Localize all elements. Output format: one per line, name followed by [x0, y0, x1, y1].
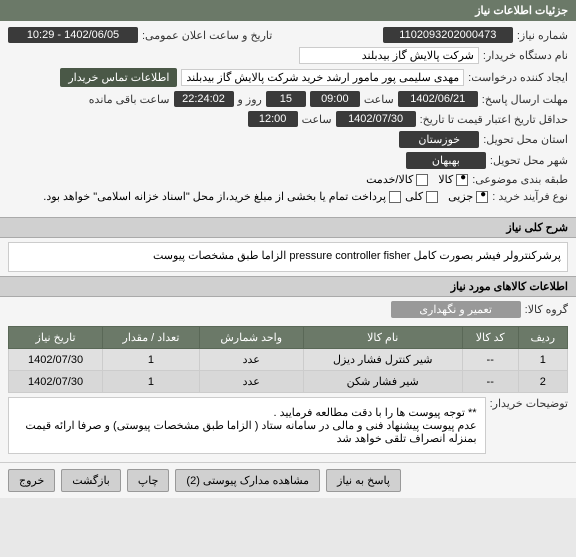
city-value: بهبهان [406, 152, 486, 169]
cell-qty: 1 [103, 349, 200, 371]
buyer-org-value: شرکت پالایش گاز بیدبلند [299, 47, 479, 64]
public-date-label: تاریخ و ساعت اعلان عمومی: [142, 29, 272, 42]
countdown: 22:24:02 [174, 91, 234, 107]
deadline-date: 1402/06/21 [398, 91, 478, 107]
checkbox-icon [456, 174, 468, 186]
class-kala-label: کالا [438, 173, 453, 186]
panel-title: جزئیات اطلاعات نیاز [475, 5, 568, 17]
th-qty: تعداد / مقدار [103, 327, 200, 349]
public-date-value: 1402/06/05 - 10:29 [8, 27, 138, 43]
class-khadamat-checkbox[interactable]: کالا/خدمت [366, 173, 428, 186]
validity-date: 1402/07/30 [336, 111, 416, 127]
city-label: شهر محل تحویل: [490, 154, 568, 167]
remaining-label: ساعت باقی مانده [89, 93, 170, 106]
province-label: استان محل تحویل: [483, 133, 568, 146]
cell-date: 1402/07/30 [9, 349, 103, 371]
panel-header: جزئیات اطلاعات نیاز [0, 0, 576, 21]
th-date: تاریخ نیاز [9, 327, 103, 349]
table-row[interactable]: 2 -- شیر فشار شکن عدد 1 1402/07/30 [9, 371, 568, 393]
button-bar: پاسخ به نیاز مشاهده مدارک پیوستی (2) چاپ… [0, 462, 576, 498]
province-value: خوزستان [399, 131, 479, 148]
reply-button[interactable]: پاسخ به نیاز [326, 469, 401, 492]
back-button[interactable]: بازگشت [61, 469, 121, 492]
general-desc-title: شرح کلی نیاز [0, 217, 576, 238]
exit-button[interactable]: خروج [8, 469, 55, 492]
checkbox-icon [426, 191, 438, 203]
buyer-notes-line1: ** توجه پیوست ها را با دقت مطالعه فرمایی… [17, 406, 477, 419]
checkbox-icon [389, 191, 401, 203]
table-row[interactable]: 1 -- شیر کنترل فشار دیزل عدد 1 1402/07/3… [9, 349, 568, 371]
th-idx: ردیف [518, 327, 567, 349]
days-label: روز و [238, 93, 262, 106]
buy-jozi-checkbox[interactable]: جزیی [448, 190, 488, 203]
cell-unit: عدد [199, 349, 303, 371]
items-title: اطلاعات کالاهای مورد نیاز [0, 276, 576, 297]
cell-idx: 1 [518, 349, 567, 371]
class-khadamat-label: کالا/خدمت [366, 173, 413, 186]
deadline-label: مهلت ارسال پاسخ: [482, 93, 568, 106]
classification-label: طبقه بندی موضوعی: [472, 173, 568, 186]
buy-type-label: نوع فرآیند خرید : [492, 190, 568, 203]
contact-info-button[interactable]: اطلاعات تماس خریدار [60, 68, 177, 87]
checkbox-icon [476, 191, 488, 203]
need-number-value: 1102093202000473 [383, 27, 513, 43]
cell-code: -- [462, 349, 518, 371]
th-code: کد کالا [462, 327, 518, 349]
cell-date: 1402/07/30 [9, 371, 103, 393]
cell-name: شیر کنترل فشار دیزل [303, 349, 462, 371]
th-unit: واحد شمارش [199, 327, 303, 349]
requester-label: ایجاد کننده درخواست: [468, 71, 568, 84]
cell-code: -- [462, 371, 518, 393]
items-table: ردیف کد کالا نام کالا واحد شمارش تعداد /… [8, 326, 568, 393]
buy-jozi-label: جزیی [448, 190, 473, 203]
items-table-wrap: ردیف کد کالا نام کالا واحد شمارش تعداد /… [0, 326, 576, 393]
time-label-1: ساعت [364, 93, 394, 106]
checkbox-icon [416, 174, 428, 186]
cell-qty: 1 [103, 371, 200, 393]
general-desc-box: پرشرکنترولر فیشر بصورت کامل pressure con… [8, 242, 568, 272]
buyer-notes-box: ** توجه پیوست ها را با دقت مطالعه فرمایی… [8, 397, 486, 454]
requester-value: مهدی سلیمی پور مامور ارشد خرید شرکت پالا… [181, 69, 464, 86]
deadline-time: 09:00 [310, 91, 360, 107]
days-value: 15 [266, 91, 306, 107]
need-number-label: شماره نیاز: [517, 29, 568, 42]
payment-note: پرداخت تمام یا بخشی از مبلغ خرید،از محل … [43, 190, 386, 203]
payment-note-checkbox[interactable]: پرداخت تمام یا بخشی از مبلغ خرید،از محل … [43, 190, 401, 203]
class-kala-checkbox[interactable]: کالا [438, 173, 468, 186]
validity-label: حداقل تاریخ اعتبار قیمت تا تاریخ: [420, 113, 568, 126]
buy-koli-label: کلی [405, 190, 423, 203]
th-name: نام کالا [303, 327, 462, 349]
buyer-org-label: نام دستگاه خریدار: [483, 49, 568, 62]
time-label-2: ساعت [302, 113, 332, 126]
attachments-button[interactable]: مشاهده مدارک پیوستی (2) [175, 469, 320, 492]
cell-name: شیر فشار شکن [303, 371, 462, 393]
validity-time: 12:00 [248, 111, 298, 127]
buyer-notes-line2: عدم پیوست پیشنهاد فنی و مالی در سامانه س… [17, 419, 477, 445]
print-button[interactable]: چاپ [127, 469, 170, 492]
buy-koli-checkbox[interactable]: کلی [405, 190, 438, 203]
cell-idx: 2 [518, 371, 567, 393]
group-label: گروه کالا: [525, 303, 568, 316]
buyer-notes-label: توضیحات خریدار: [490, 397, 568, 410]
form-area: شماره نیاز: 1102093202000473 تاریخ و ساع… [0, 21, 576, 213]
group-value: تعمیر و نگهداری [391, 301, 521, 318]
cell-unit: عدد [199, 371, 303, 393]
